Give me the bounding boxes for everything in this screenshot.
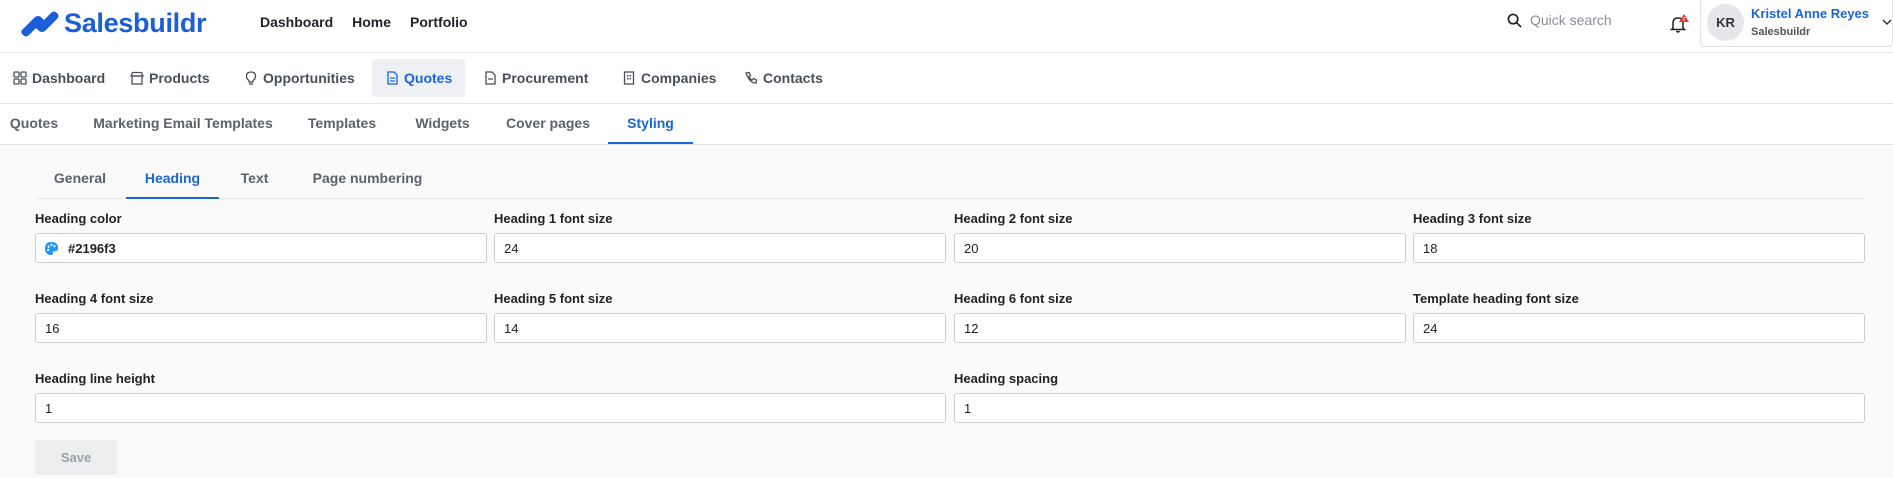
search-placeholder: Quick search <box>1530 12 1612 28</box>
top-bar: Salesbuildr Dashboard Home Portfolio Qui… <box>0 0 1893 53</box>
heading-spacing-input[interactable]: 1 <box>954 393 1865 423</box>
user-company: Salesbuildr <box>1751 26 1811 38</box>
module-products[interactable]: Products <box>117 59 223 97</box>
module-quotes[interactable]: Quotes <box>372 59 466 97</box>
user-name: Kristel Anne Reyes <box>1751 6 1870 21</box>
template-heading-font-size-label: Template heading font size <box>1413 291 1579 306</box>
template-heading-font-size-input[interactable]: 24 <box>1413 313 1865 343</box>
module-contacts[interactable]: Contacts <box>731 59 836 97</box>
document-icon <box>387 71 398 85</box>
module-label: Products <box>149 70 210 86</box>
heading-3-font-size-label: Heading 3 font size <box>1413 211 1532 226</box>
grid-icon <box>13 71 27 85</box>
module-label: Opportunities <box>263 70 355 86</box>
heading-line-height-input[interactable]: 1 <box>35 393 946 423</box>
styling-panel: General Heading Text Page numbering Head… <box>0 145 1893 478</box>
module-nav: Dashboard Products Opportunities Quotes … <box>0 53 1893 104</box>
file-icon <box>485 71 496 85</box>
module-label: Dashboard <box>32 70 106 86</box>
topnav-home[interactable]: Home <box>352 14 391 30</box>
subtab-styling[interactable]: Styling <box>608 104 693 144</box>
tab-text[interactable]: Text <box>222 159 287 199</box>
styling-tabs: General Heading Text Page numbering <box>35 159 1865 199</box>
logo[interactable]: Salesbuildr <box>20 7 207 38</box>
heading-color-value: #2196f3 <box>68 240 116 256</box>
tab-heading[interactable]: Heading <box>126 159 219 199</box>
heading-5-font-size-input[interactable]: 14 <box>494 313 946 343</box>
chevron-down-icon <box>1882 19 1892 26</box>
heading-color-field[interactable]: #2196f3 <box>35 233 487 263</box>
heading-3-font-size-input[interactable]: 18 <box>1413 233 1865 263</box>
heading-color-label: Heading color <box>35 211 122 226</box>
module-label: Procurement <box>502 70 589 86</box>
store-icon <box>130 71 144 85</box>
heading-1-font-size-input[interactable]: 24 <box>494 233 946 263</box>
module-companies[interactable]: Companies <box>609 59 729 97</box>
avatar: KR <box>1707 4 1744 41</box>
subtab-marketing-email-templates[interactable]: Marketing Email Templates <box>86 104 280 144</box>
heading-6-font-size-input[interactable]: 12 <box>954 313 1406 343</box>
top-nav: Dashboard Home Portfolio <box>260 14 468 30</box>
tab-page-numbering[interactable]: Page numbering <box>295 159 440 199</box>
bell-icon[interactable]: ! <box>1668 13 1690 35</box>
subtab-quotes[interactable]: Quotes <box>0 104 68 144</box>
phone-icon <box>745 71 758 84</box>
user-menu[interactable]: KR Kristel Anne Reyes Salesbuildr <box>1700 0 1893 47</box>
subtab-cover-pages[interactable]: Cover pages <box>498 104 598 144</box>
module-opportunities[interactable]: Opportunities <box>231 59 368 97</box>
heading-spacing-label: Heading spacing <box>954 371 1059 386</box>
heading-line-height-label: Heading line height <box>35 371 155 386</box>
heading-2-font-size-label: Heading 2 font size <box>954 211 1073 226</box>
heading-5-font-size-label: Heading 5 font size <box>494 291 613 306</box>
heading-4-font-size-input[interactable]: 16 <box>35 313 487 343</box>
heading-4-font-size-label: Heading 4 font size <box>35 291 154 306</box>
module-dashboard[interactable]: Dashboard <box>0 59 118 97</box>
quick-search[interactable]: Quick search <box>1507 12 1612 28</box>
heading-6-font-size-label: Heading 6 font size <box>954 291 1073 306</box>
tab-general[interactable]: General <box>35 159 125 199</box>
module-label: Companies <box>641 70 717 86</box>
salesbuildr-logo-icon <box>21 11 59 37</box>
topnav-portfolio[interactable]: Portfolio <box>410 14 468 30</box>
subtab-widgets[interactable]: Widgets <box>404 104 481 144</box>
notification-badge: ! <box>1683 17 1686 23</box>
quotes-subnav: Quotes Marketing Email Templates Templat… <box>0 104 1893 145</box>
subtab-templates[interactable]: Templates <box>297 104 387 144</box>
lightbulb-icon <box>245 71 257 85</box>
topnav-dashboard[interactable]: Dashboard <box>260 14 333 30</box>
module-label: Contacts <box>763 70 823 86</box>
heading-2-font-size-input[interactable]: 20 <box>954 233 1406 263</box>
building-icon <box>623 71 635 85</box>
module-label: Quotes <box>404 70 453 86</box>
heading-1-font-size-label: Heading 1 font size <box>494 211 613 226</box>
logo-text: Salesbuildr <box>64 7 207 38</box>
search-icon <box>1507 13 1522 28</box>
save-button[interactable]: Save <box>35 440 117 475</box>
palette-icon <box>44 241 59 255</box>
module-procurement[interactable]: Procurement <box>470 59 601 97</box>
